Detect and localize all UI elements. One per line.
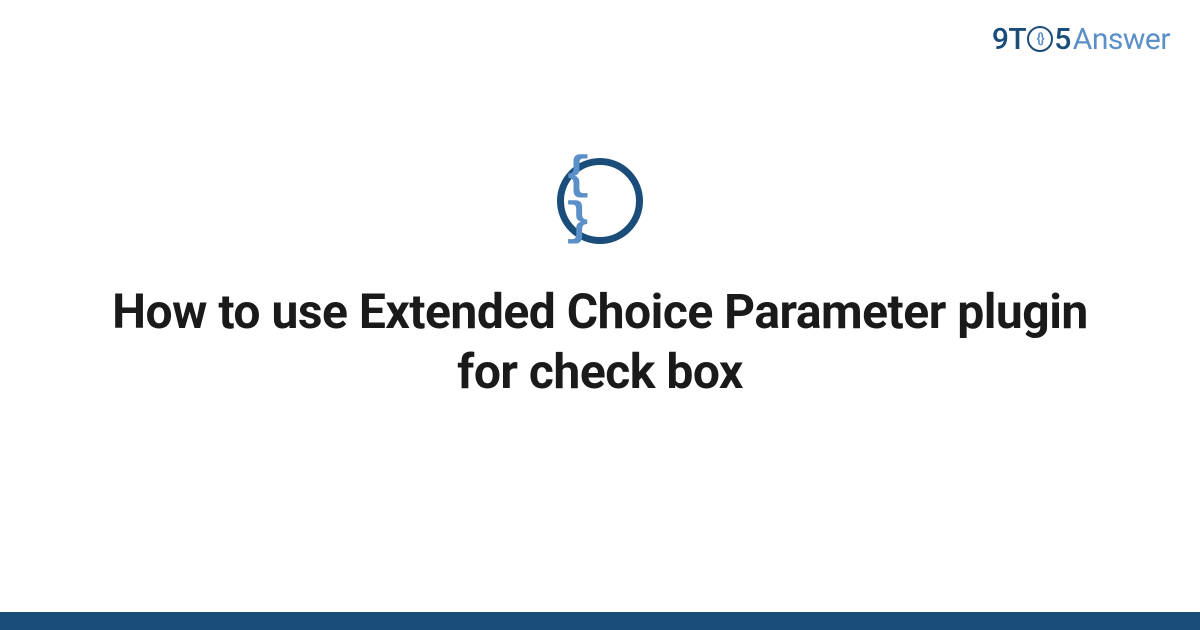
page-title: How to use Extended Choice Parameter plu…	[90, 282, 1110, 402]
footer-accent-bar	[0, 612, 1200, 630]
main-content: { } How to use Extended Choice Parameter…	[0, 0, 1200, 630]
code-braces-icon: { }	[564, 153, 636, 245]
topic-icon-circle: { }	[557, 158, 643, 244]
